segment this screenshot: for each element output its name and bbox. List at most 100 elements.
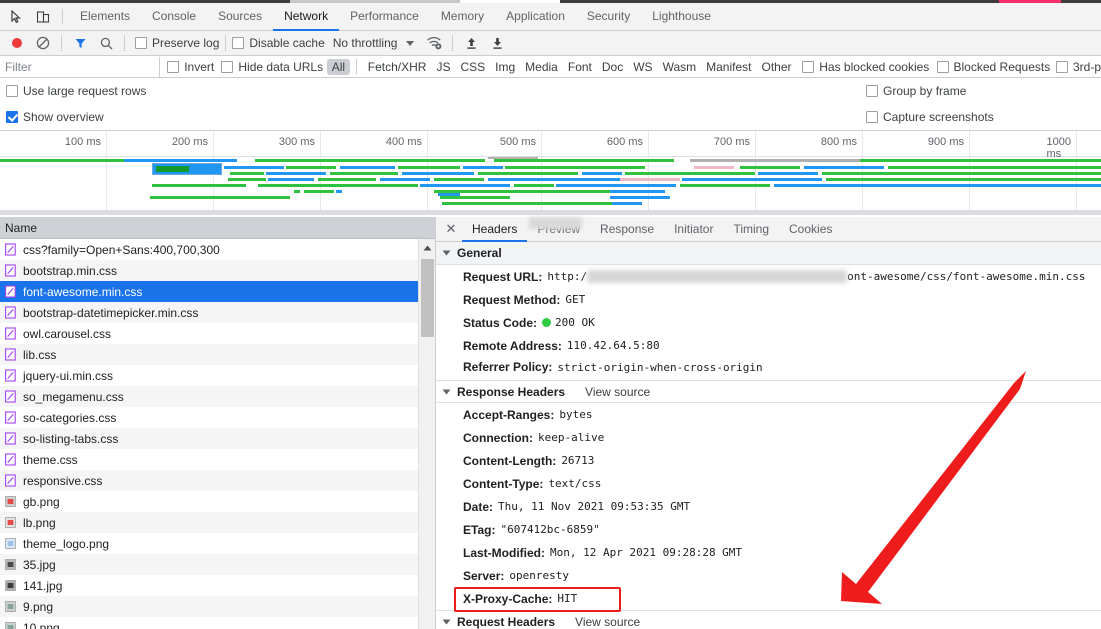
tab-network[interactable]: Network: [273, 3, 340, 31]
record-stop-icon[interactable]: [5, 31, 29, 55]
detail-tab-initiator[interactable]: Initiator: [664, 217, 723, 242]
header-value: Thu, 11 Nov 2021 09:53:35 GMT: [498, 500, 691, 513]
image-file-icon: [5, 538, 16, 549]
hide-data-urls-checkbox[interactable]: Hide data URLs: [221, 60, 323, 74]
toolbar-divider: [225, 35, 227, 51]
request-row-35-jpg[interactable]: 35.jpg: [0, 554, 418, 575]
group-by-frame-checkbox[interactable]: Group by frame: [866, 84, 966, 98]
wifi-settings-icon[interactable]: [422, 31, 446, 55]
filter-input[interactable]: [0, 56, 160, 77]
view-source-link[interactable]: View source: [585, 385, 650, 399]
tab-lighthouse[interactable]: Lighthouse: [641, 3, 722, 31]
header-row-status-code: Status Code: 200 OK: [436, 311, 1101, 334]
request-row-bootstrap-datetimepicker-min-css[interactable]: bootstrap-datetimepicker.min.css: [0, 302, 418, 323]
import-har-icon[interactable]: [459, 31, 483, 55]
request-name-label: theme.css: [23, 452, 78, 467]
header-key: Date:: [463, 499, 494, 514]
header-value: openresty: [509, 569, 569, 582]
request-row-theme-css[interactable]: theme.css: [0, 449, 418, 470]
request-row-lb-png[interactable]: lb.png: [0, 512, 418, 533]
request-row-responsive-css[interactable]: responsive.css: [0, 470, 418, 491]
overview-bottom-divider[interactable]: [0, 210, 1101, 215]
tab-security[interactable]: Security: [576, 3, 641, 31]
request-row-so-categories-css[interactable]: so-categories.css: [0, 407, 418, 428]
detail-tab-preview[interactable]: Preview: [527, 217, 590, 242]
blocked-requests-checkbox[interactable]: Blocked Requests: [936, 60, 1050, 74]
show-overview-checkbox[interactable]: Show overview: [0, 110, 104, 124]
header-key: Accept-Ranges:: [463, 407, 555, 422]
request-list-scrollbar[interactable]: [418, 239, 435, 629]
tab-label: Lighthouse: [652, 9, 711, 23]
type-filter-doc[interactable]: Doc: [597, 59, 628, 75]
request-row-owl-carousel-css[interactable]: owl.carousel.css: [0, 323, 418, 344]
third-party-requests-checkbox[interactable]: 3rd-p: [1055, 60, 1101, 74]
header-value: strict-origin-when-cross-origin: [557, 360, 763, 374]
request-row-font-awesome-min-css[interactable]: font-awesome.min.css: [0, 281, 418, 302]
type-filter-js[interactable]: JS: [431, 59, 455, 75]
type-filter-all[interactable]: All: [326, 58, 351, 75]
export-har-icon[interactable]: [485, 31, 509, 55]
invert-checkbox[interactable]: Invert: [167, 60, 214, 74]
tab-elements[interactable]: Elements: [69, 3, 141, 31]
request-list-header[interactable]: Name: [0, 217, 435, 239]
type-filter-wasm[interactable]: Wasm: [658, 59, 702, 75]
detail-tab-response[interactable]: Response: [590, 217, 664, 242]
stylesheet-file-icon: [5, 243, 16, 256]
request-row-9-png[interactable]: 9.png: [0, 596, 418, 617]
toolbar-divider: [124, 35, 125, 51]
type-filter-fetch-xhr[interactable]: Fetch/XHR: [363, 59, 432, 75]
request-row-lib-css[interactable]: lib.css: [0, 344, 418, 365]
request-row-so-listing-tabs-css[interactable]: so-listing-tabs.css: [0, 428, 418, 449]
type-filter-other[interactable]: Other: [756, 59, 796, 75]
request-list-panel: Name css?family=Open+Sans:400,700,300 boo…: [0, 217, 436, 629]
tab-application[interactable]: Application: [495, 3, 576, 31]
type-filter-img[interactable]: Img: [490, 59, 520, 75]
clear-icon[interactable]: [31, 31, 55, 55]
device-toolbar-icon[interactable]: [30, 3, 56, 30]
type-filter-manifest[interactable]: Manifest: [701, 59, 756, 75]
throttling-select[interactable]: No throttling: [333, 36, 398, 50]
chevron-down-icon: [442, 250, 451, 256]
scroll-up-arrow-icon[interactable]: [419, 239, 435, 256]
request-row-gb-png[interactable]: gb.png: [0, 491, 418, 512]
chevron-down-icon[interactable]: [406, 40, 415, 46]
general-section-header[interactable]: General: [436, 242, 1101, 265]
type-filter-ws[interactable]: WS: [628, 59, 657, 75]
disable-cache-checkbox[interactable]: Disable cache: [232, 36, 325, 50]
type-filter-font[interactable]: Font: [563, 59, 597, 75]
network-overview[interactable]: 100 ms 200 ms 300 ms 400 ms 500 ms 600 m…: [0, 130, 1101, 215]
type-filter-css[interactable]: CSS: [455, 59, 490, 75]
detail-tab-timing[interactable]: Timing: [723, 217, 779, 242]
filter-funnel-icon[interactable]: [68, 31, 92, 55]
image-file-icon: [5, 517, 16, 528]
tab-performance[interactable]: Performance: [339, 3, 430, 31]
close-icon[interactable]: ✕: [440, 217, 462, 241]
capture-screenshots-checkbox[interactable]: Capture screenshots: [866, 110, 994, 124]
header-row-etag: ETag: "607412bc-6859": [436, 518, 1101, 541]
search-icon[interactable]: [94, 31, 118, 55]
tab-console[interactable]: Console: [141, 3, 207, 31]
response-headers-section-header[interactable]: Response Headers View source: [436, 380, 1101, 403]
request-name-label: so-categories.css: [23, 410, 117, 425]
request-row-so-megamenu-css[interactable]: so_megamenu.css: [0, 386, 418, 407]
tab-sources[interactable]: Sources: [207, 3, 273, 31]
request-row-10-png[interactable]: 10.png: [0, 617, 418, 629]
preserve-log-checkbox[interactable]: Preserve log: [135, 36, 219, 50]
scrollbar-thumb[interactable]: [421, 259, 434, 337]
request-row-141-jpg[interactable]: 141.jpg: [0, 575, 418, 596]
type-filter-media[interactable]: Media: [520, 59, 563, 75]
request-row-bootstrap-min-css[interactable]: bootstrap.min.css: [0, 260, 418, 281]
request-row-theme-logo-png[interactable]: theme_logo.png: [0, 533, 418, 554]
inspect-element-icon[interactable]: [4, 3, 30, 30]
header-value: keep-alive: [538, 431, 605, 444]
detail-tab-headers[interactable]: Headers: [462, 217, 528, 242]
tick-label: 300 ms: [278, 136, 315, 148]
request-headers-section-header[interactable]: Request Headers View source: [436, 610, 1101, 629]
request-row-jquery-ui-min-css[interactable]: jquery-ui.min.css: [0, 365, 418, 386]
detail-tab-cookies[interactable]: Cookies: [779, 217, 842, 242]
request-row-css-family-open-sans-400-700-300[interactable]: css?family=Open+Sans:400,700,300: [0, 239, 418, 260]
use-large-request-rows-checkbox[interactable]: Use large request rows: [0, 84, 146, 98]
tab-memory[interactable]: Memory: [430, 3, 495, 31]
has-blocked-cookies-checkbox[interactable]: Has blocked cookies: [802, 60, 929, 74]
view-source-link[interactable]: View source: [575, 615, 640, 629]
